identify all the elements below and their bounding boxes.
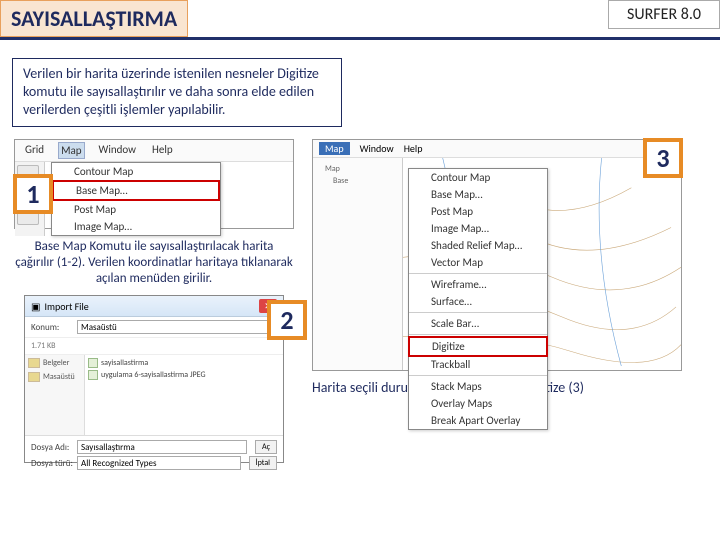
open-button[interactable]: Aç: [255, 440, 277, 454]
folder-icon: [28, 358, 40, 368]
menu-map[interactable]: Map: [58, 142, 84, 159]
file-list: sayisallastirma uygulama 6-sayisallastir…: [85, 355, 283, 435]
dd-contour[interactable]: Contour Map: [52, 163, 220, 180]
menu-window[interactable]: Window: [97, 142, 139, 159]
filename-label: Dosya Adı:: [31, 442, 73, 453]
filetype-combo[interactable]: All Recognized Types: [77, 456, 241, 470]
folder-icon: [28, 372, 40, 382]
menubar-1: Grid Map Window Help: [15, 140, 293, 162]
caption-1: Base Map Komutu ile sayısallaştırılacak …: [14, 239, 294, 288]
object-tree: Map Base: [313, 158, 403, 370]
side-item[interactable]: Masaüstü: [28, 372, 81, 382]
dd-item[interactable]: Image Map…: [409, 220, 547, 237]
dd-item[interactable]: Scale Bar…: [409, 315, 547, 332]
step-badge-3: 3: [643, 138, 683, 178]
konum-label: Konum:: [31, 322, 73, 333]
filename-input[interactable]: Sayısallaştırma: [77, 440, 247, 454]
file-dialog-icon: ▣: [31, 300, 40, 313]
file-size: 1.71 KB: [31, 341, 56, 351]
file-dialog-title: Import File: [44, 300, 88, 313]
dd-item[interactable]: Base Map…: [409, 186, 547, 203]
tree-item[interactable]: Base: [317, 176, 398, 186]
dd-item[interactable]: Stack Maps: [409, 378, 547, 395]
dd-post[interactable]: Post Map: [52, 201, 220, 218]
dd-item[interactable]: Shaded Relief Map…: [409, 237, 547, 254]
menubar-3: Map Window Help: [313, 140, 681, 158]
file-icon: [88, 370, 98, 380]
page-title: SAYISALLAŞTIRMA: [0, 0, 188, 37]
list-item[interactable]: uygulama 6-sayisallastirma JPEG: [88, 370, 280, 380]
menu-grid[interactable]: Grid: [23, 142, 46, 159]
menu-help[interactable]: Help: [150, 142, 175, 159]
step-badge-2: 2: [267, 300, 307, 340]
tree-item[interactable]: Map: [317, 164, 398, 174]
dd-digitize[interactable]: Digitize: [408, 336, 548, 357]
screenshot-1: 1 Grid Map Window Help Contour Map Base …: [14, 139, 294, 229]
dd-item[interactable]: Surface…: [409, 293, 547, 310]
cancel-button[interactable]: İptal: [249, 456, 277, 470]
file-icon: [88, 358, 98, 368]
file-sidebar: Belgeler Masaüstü: [25, 355, 85, 435]
menu-window-3[interactable]: Window: [360, 142, 394, 155]
dd-base-map[interactable]: Base Map…: [52, 180, 220, 201]
screenshot-2: 2 ▣ Import File ✕ Konum: Masaüstü 1.71 K…: [24, 295, 284, 463]
dd-item[interactable]: Break Apart Overlay: [409, 412, 547, 429]
screenshot-3: 3 Map Window Help Map Base · · · · · · ·…: [312, 139, 682, 371]
dd-item[interactable]: Post Map: [409, 203, 547, 220]
dd-item[interactable]: Vector Map: [409, 254, 547, 271]
map-dropdown-1: Contour Map Base Map… Post Map Image Map…: [51, 162, 221, 236]
app-version: SURFER 8.0: [608, 0, 720, 29]
dd-image[interactable]: Image Map…: [52, 218, 220, 235]
dd-item[interactable]: Wireframe…: [409, 276, 547, 293]
side-item[interactable]: Belgeler: [28, 358, 81, 368]
konum-combo[interactable]: Masaüstü: [77, 320, 277, 334]
dd-item[interactable]: Contour Map: [409, 169, 547, 186]
intro-text: Verilen bir harita üzerinde istenilen ne…: [12, 58, 342, 127]
menu-map-3[interactable]: Map: [319, 142, 350, 155]
step-badge-1: 1: [13, 174, 53, 214]
map-dropdown-3: Contour Map Base Map… Post Map Image Map…: [408, 168, 548, 430]
filetype-label: Dosya türü:: [31, 458, 73, 469]
menu-help-3[interactable]: Help: [404, 142, 423, 155]
list-item[interactable]: sayisallastirma: [88, 358, 280, 368]
dd-item[interactable]: Overlay Maps: [409, 395, 547, 412]
dd-item[interactable]: Trackball: [409, 356, 547, 373]
